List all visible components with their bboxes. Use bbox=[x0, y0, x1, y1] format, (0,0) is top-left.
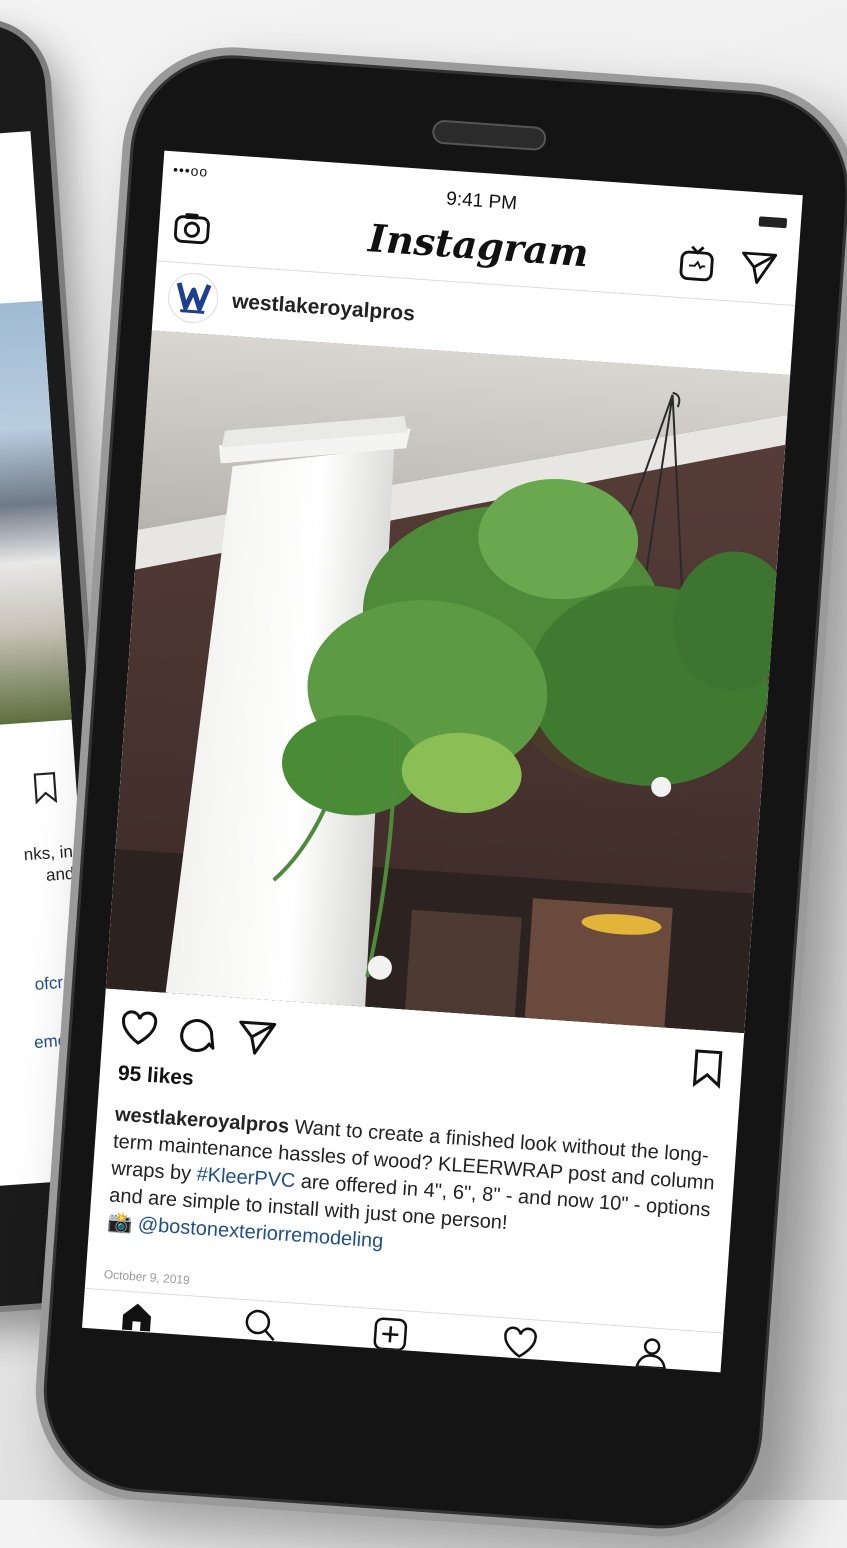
camera-emoji: 📸 bbox=[106, 1211, 134, 1236]
hanging-plant-photo bbox=[105, 330, 791, 1034]
avatar[interactable] bbox=[166, 271, 220, 325]
profile-icon[interactable] bbox=[632, 1333, 670, 1371]
paper-plane-icon[interactable] bbox=[235, 1016, 278, 1059]
background-caption-line: nks, in bbox=[23, 841, 74, 865]
main-phone: •••oo 9:41 PM Instagram westlakeroyalpro… bbox=[28, 40, 847, 1547]
post-caption: westlakeroyalpros Want to create a finis… bbox=[106, 1102, 720, 1279]
likes-count[interactable]: 95 likes bbox=[117, 1062, 194, 1091]
background-post-photo bbox=[0, 300, 72, 753]
igtv-icon[interactable] bbox=[677, 243, 718, 284]
instagram-screen: •••oo 9:41 PM Instagram westlakeroyalpro… bbox=[82, 150, 803, 1373]
caption-hashtag[interactable]: #KleerPVC bbox=[196, 1163, 296, 1192]
plus-square-icon[interactable] bbox=[371, 1315, 409, 1353]
post-date: October 9, 2019 bbox=[103, 1267, 191, 1288]
search-icon[interactable] bbox=[241, 1306, 279, 1344]
battery-icon bbox=[758, 216, 788, 229]
westlake-logo-icon bbox=[176, 282, 212, 314]
paper-plane-icon[interactable] bbox=[738, 247, 779, 288]
heart-icon[interactable] bbox=[118, 1008, 161, 1051]
bookmark-icon[interactable] bbox=[686, 1047, 729, 1090]
bookmark-icon bbox=[33, 772, 58, 805]
phone-speaker bbox=[431, 119, 547, 152]
comment-icon[interactable] bbox=[176, 1012, 219, 1055]
home-icon[interactable] bbox=[118, 1297, 156, 1335]
post-username[interactable]: westlakeroyalpros bbox=[231, 290, 415, 327]
heart-icon[interactable] bbox=[501, 1324, 539, 1362]
phone-frame: •••oo 9:41 PM Instagram westlakeroyalpro… bbox=[28, 40, 847, 1544]
post-photo[interactable] bbox=[105, 330, 791, 1034]
bottom-tab-bar bbox=[82, 1287, 724, 1373]
